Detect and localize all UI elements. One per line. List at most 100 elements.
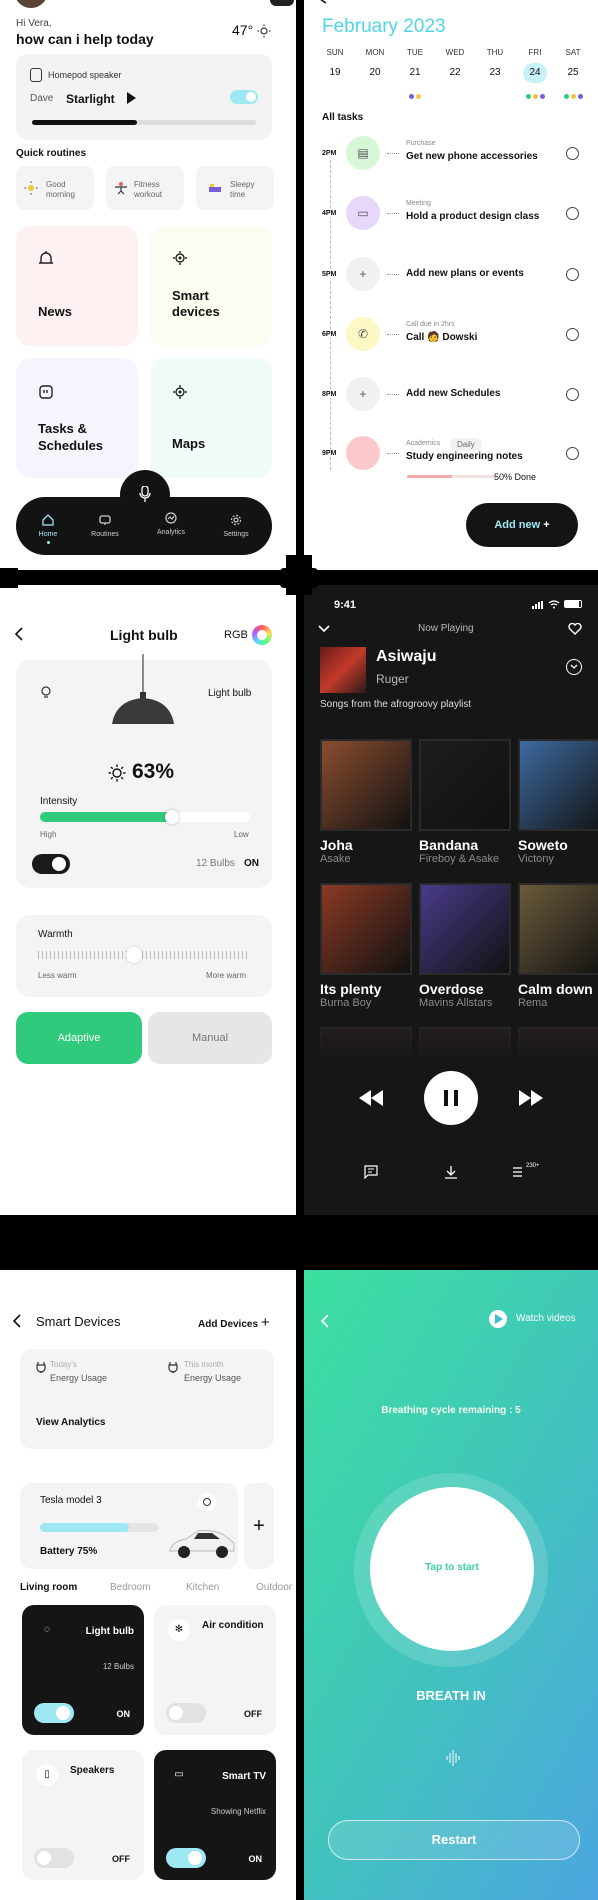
energy-card: Today's Energy Usage This month Energy U… [20, 1349, 274, 1449]
book-task-icon [346, 436, 380, 470]
room-tab[interactable]: Kitchen [186, 1582, 219, 1593]
heart-icon[interactable] [568, 623, 582, 635]
fast-forward-icon[interactable] [518, 1089, 544, 1107]
restart-button[interactable]: Restart [328, 1820, 580, 1860]
manual-button[interactable]: Manual [148, 1012, 272, 1064]
workout-icon [115, 182, 127, 195]
room-tab[interactable]: Outdoor [256, 1582, 292, 1593]
pause-button[interactable] [424, 1071, 478, 1125]
car-card[interactable]: Tesla model 3 Battery 75% [20, 1483, 238, 1569]
album-cover[interactable] [518, 883, 598, 975]
task-checkbox[interactable] [566, 447, 579, 460]
back-arrow-icon[interactable] [320, 1314, 330, 1328]
task-title[interactable]: Add new plans or events [406, 268, 524, 279]
room-tab[interactable]: Living room [20, 1582, 77, 1593]
play-video-button[interactable] [489, 1310, 507, 1328]
device-state: OFF [244, 1709, 262, 1719]
task-title[interactable]: Add new Schedules [406, 388, 500, 399]
album-cover[interactable] [419, 739, 511, 831]
expand-button[interactable] [566, 659, 582, 675]
album-cover[interactable] [518, 739, 598, 831]
add-new-button[interactable]: Add new + [466, 503, 578, 547]
menu-button[interactable] [270, 0, 294, 6]
nav-settings[interactable]: Settings [216, 513, 256, 538]
task-checkbox[interactable] [566, 207, 579, 220]
battery-fill [40, 1523, 129, 1532]
device-toggle[interactable] [34, 1848, 74, 1868]
calendar-day[interactable]: MON 20 [358, 48, 392, 104]
divider-ornament [280, 568, 318, 588]
voice-button[interactable] [120, 470, 170, 520]
nav-label: Home [38, 531, 58, 538]
download-icon[interactable] [444, 1165, 458, 1179]
tile-news[interactable]: News [16, 226, 138, 346]
nav-home[interactable]: Home [28, 513, 68, 544]
calendar-day[interactable]: FRI 24 [518, 48, 552, 104]
device-toggle[interactable] [166, 1703, 206, 1723]
power-toggle[interactable] [32, 854, 70, 874]
task-checkbox[interactable] [566, 388, 579, 401]
rewind-icon[interactable] [358, 1089, 384, 1107]
power-button[interactable] [198, 1493, 216, 1511]
weather-temp: 47° [232, 22, 254, 38]
back-arrow-icon[interactable] [14, 627, 24, 641]
device-toggle[interactable] [166, 1848, 206, 1868]
device-card[interactable]: ◌ Light bulb 12 Bulbs ON [22, 1605, 144, 1735]
speaker-toggle[interactable] [230, 90, 258, 104]
warmth-knob[interactable] [126, 947, 142, 963]
view-analytics-link[interactable]: View Analytics [36, 1417, 105, 1428]
routine-item[interactable]: Good morning [16, 166, 94, 210]
chevron-down-icon[interactable] [318, 625, 330, 633]
color-wheel-button[interactable] [252, 625, 272, 645]
breath-start-button[interactable]: Tap to start [370, 1487, 534, 1651]
task-title[interactable]: Get new phone accessories [406, 151, 538, 162]
play-icon[interactable] [126, 92, 136, 104]
task-checkbox[interactable] [566, 328, 579, 341]
device-card[interactable]: ▯ Speakers OFF [22, 1750, 144, 1880]
day-number: 19 [329, 67, 341, 78]
tile-tasks[interactable]: Tasks & Schedules [16, 358, 138, 478]
nav-routines[interactable]: Routines [85, 513, 125, 538]
avatar[interactable] [14, 0, 48, 8]
tile-smart-devices[interactable]: Smart devices [150, 226, 272, 346]
device-card[interactable]: ✻ Air condition OFF [154, 1605, 276, 1735]
adaptive-button[interactable]: Adaptive [16, 1012, 142, 1064]
day-number: 23 [489, 67, 501, 78]
day-number-wrap: 25 [561, 63, 585, 83]
device-toggle[interactable] [34, 1703, 74, 1723]
album-cover[interactable] [320, 739, 412, 831]
room-tab[interactable]: Bedroom [110, 1582, 151, 1593]
intensity-slider[interactable] [40, 810, 250, 824]
back-arrow-icon[interactable] [318, 0, 328, 4]
warmth-slider[interactable] [38, 947, 248, 963]
current-cover [320, 647, 366, 693]
device-card[interactable]: ▭ Smart TV Showing Netflix ON [154, 1750, 276, 1880]
add-devices-button[interactable]: Add Devices + [198, 1314, 270, 1331]
task-title[interactable]: Study engineering notes [406, 451, 523, 462]
task-checkbox[interactable] [566, 147, 579, 160]
task-title[interactable]: Call 🧑 Dowski [406, 332, 477, 343]
warmth-card: Warmth Less warm More warm [16, 915, 272, 997]
calendar-day[interactable]: SUN 19 [318, 48, 352, 104]
device-label: Air condition [202, 1620, 264, 1631]
routine-item[interactable]: Sleepy time [196, 166, 274, 210]
calendar-day[interactable]: THU 23 [478, 48, 512, 104]
lyrics-icon[interactable] [364, 1165, 378, 1179]
speaker-progress-track[interactable] [32, 120, 256, 125]
calendar-day[interactable]: SAT 25 [556, 48, 590, 104]
task-title[interactable]: Hold a product design class [406, 211, 539, 222]
queue-icon[interactable] [512, 1165, 526, 1179]
intensity-knob[interactable] [165, 810, 180, 824]
album-cover[interactable] [320, 883, 412, 975]
task-checkbox[interactable] [566, 268, 579, 281]
calendar-day[interactable]: WED 22 [438, 48, 472, 104]
routine-item[interactable]: Fitness workout [106, 166, 184, 210]
event-dots [358, 86, 392, 93]
day-number-wrap: 19 [323, 63, 347, 83]
watch-videos-link[interactable]: Watch videos [516, 1313, 576, 1324]
album-cover[interactable] [419, 883, 511, 975]
calendar-day[interactable]: TUE 21 [398, 48, 432, 104]
back-arrow-icon[interactable] [12, 1314, 22, 1328]
add-car-button[interactable]: + [244, 1483, 274, 1569]
tile-maps[interactable]: Maps [150, 358, 272, 478]
